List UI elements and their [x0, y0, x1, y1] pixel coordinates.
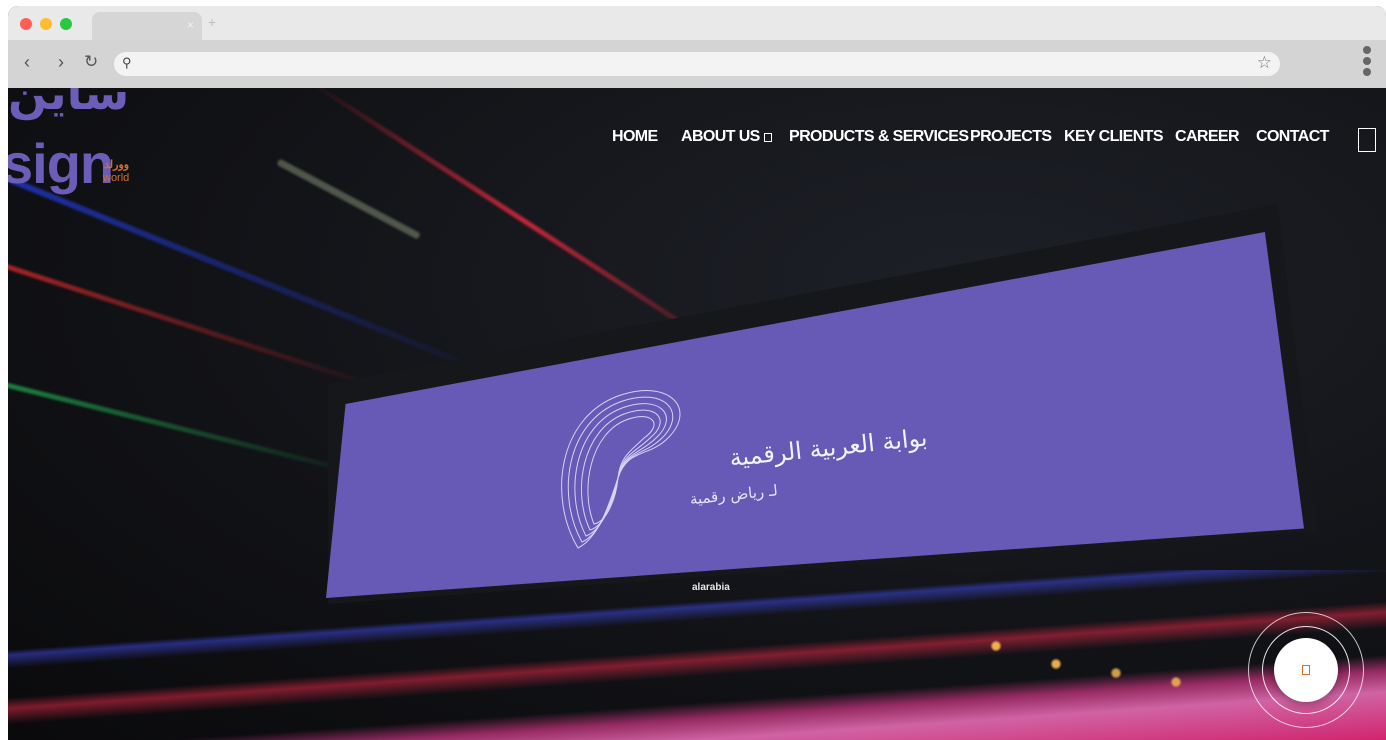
search-icon: ⚲: [122, 55, 132, 70]
light-streak: [276, 158, 421, 240]
logo-arabic-text: ساين: [8, 88, 130, 120]
nav-products-services[interactable]: PRODUCTS & SERVICES: [789, 128, 969, 146]
light-streak: [8, 168, 509, 384]
browser-tab[interactable]: ×: [92, 12, 202, 40]
reload-button[interactable]: ↻: [84, 52, 98, 72]
logo-sub-arabic: وورلد: [104, 159, 130, 171]
new-tab-button[interactable]: +: [208, 14, 216, 30]
chat-button[interactable]: [1274, 638, 1338, 702]
minimize-window-button[interactable]: [40, 18, 52, 30]
nav-about-us-label: ABOUT US: [681, 128, 760, 145]
logo-english-text: sign: [8, 132, 114, 195]
forward-button[interactable]: ›: [58, 52, 64, 72]
street-lights: [966, 610, 1266, 700]
chat-icon: [1302, 665, 1310, 675]
dropdown-icon: [763, 133, 772, 142]
close-window-button[interactable]: [20, 18, 32, 30]
logo-sub-english: world: [103, 172, 130, 184]
hero-section: بوابة العربية الرقمية لـ رياض رقمية alar…: [8, 88, 1386, 740]
tab-bar: × +: [8, 6, 1386, 40]
address-bar[interactable]: ⚲ ☆: [114, 52, 1280, 76]
nav-home[interactable]: HOME: [612, 128, 658, 146]
light-streak: [8, 258, 389, 393]
bookmark-star-icon[interactable]: ☆: [1257, 53, 1272, 73]
nav-key-clients[interactable]: KEY CLIENTS: [1064, 128, 1164, 146]
hamburger-icon[interactable]: [1358, 128, 1376, 152]
light-streak: [8, 378, 377, 480]
nav-about-us[interactable]: ABOUT US: [681, 128, 772, 146]
nav-projects[interactable]: PROJECTS: [970, 128, 1052, 146]
browser-toolbar: ‹ › ↻ ⚲ ☆: [8, 40, 1386, 88]
tab-close-icon[interactable]: ×: [187, 18, 194, 32]
nav-career[interactable]: CAREER: [1175, 128, 1240, 146]
browser-menu-icon[interactable]: [1362, 46, 1372, 79]
back-button[interactable]: ‹: [24, 52, 30, 72]
billboard-brand-label: alarabia: [692, 582, 730, 593]
browser-window: × + ‹ › ↻ ⚲ ☆ بوابة العربية الرقمية لـ ر…: [8, 6, 1386, 740]
maximize-window-button[interactable]: [60, 18, 72, 30]
nav-contact[interactable]: CONTACT: [1256, 128, 1329, 146]
